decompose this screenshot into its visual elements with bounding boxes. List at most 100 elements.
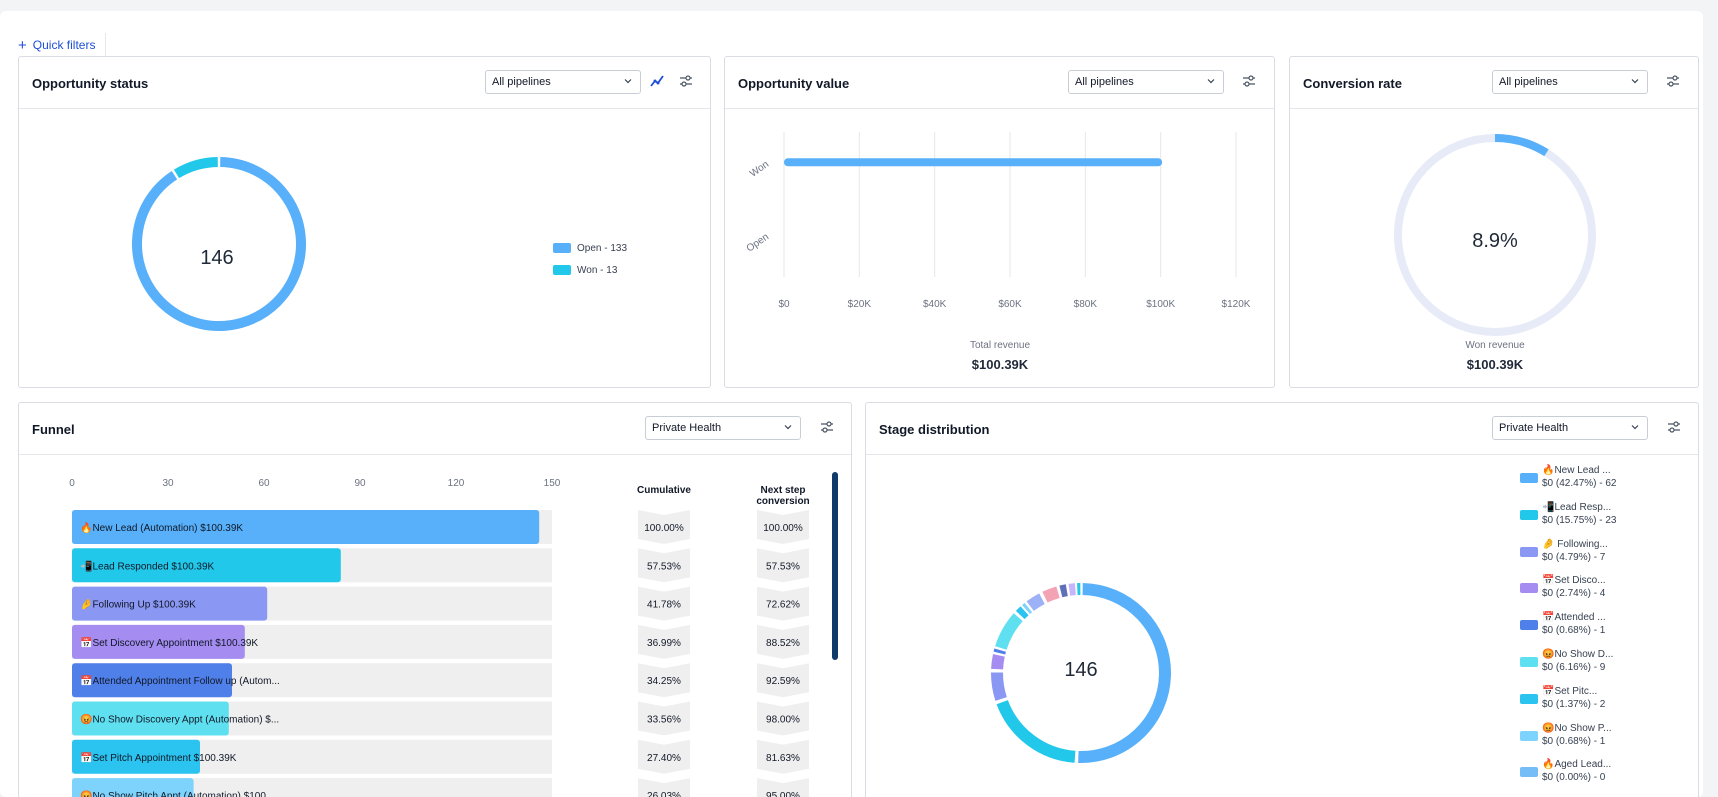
pipeline-select-value: All pipelines — [492, 76, 551, 88]
legend-item[interactable]: 📲Lead Resp... $0 (15.75%) - 23 — [1520, 502, 1640, 532]
percent-value: 33.56% — [647, 715, 681, 726]
x-tick-label: $0 — [778, 299, 790, 310]
won-revenue-value: $100.39K — [1466, 357, 1524, 372]
legend-swatch — [1520, 473, 1538, 483]
opportunity-value-card: Opportunity value All pipelines $0 $20K $4… — [724, 56, 1275, 388]
chevron-down-icon — [624, 79, 632, 84]
legend-item-won[interactable]: Won - 13 — [553, 259, 627, 281]
funnel-scrollbar[interactable] — [832, 472, 838, 660]
opportunity-value-bar-chart: $0 $20K $40K $60K $80K $100K $120K Won Open — [745, 132, 1251, 310]
quick-filters-label: Quick filters — [32, 38, 96, 52]
opportunity-status-card: Opportunity status All pipelines 146 Ope… — [18, 56, 711, 388]
percent-value: 95.00% — [766, 791, 800, 797]
percent-value: 72.62% — [766, 600, 800, 611]
pipeline-select[interactable]: All pipelines — [1068, 70, 1224, 94]
legend-item[interactable]: 📅Set Disco... $0 (2.74%) - 4 — [1520, 575, 1640, 605]
legend-item[interactable]: 🔥Aged Lead... $0 (0.00%) - 0 — [1520, 759, 1640, 789]
quick-filters-button[interactable]: + Quick filters — [18, 33, 107, 57]
funnel-bar-label: 📅Set Pitch Appointment $100.39K — [80, 751, 237, 764]
x-tick-label: $100K — [1146, 299, 1175, 310]
legend-stage-name: 📅Set Disco... — [1542, 575, 1606, 587]
legend-stage-value: $0 (6.16%) - 9 — [1542, 662, 1606, 673]
total-revenue-value: $100.39K — [971, 357, 1029, 372]
funnel-chart: Cumulative Next step conversion 0 30 60 90 1… — [69, 472, 838, 797]
legend-stage-value: $0 (0.68%) - 1 — [1542, 625, 1606, 637]
settings-sliders-icon[interactable] — [1241, 73, 1257, 89]
won-revenue-label: Won revenue — [1465, 340, 1525, 351]
stage-distribution-card: Stage distribution Private Health 146 🔥N… — [865, 402, 1699, 797]
stage-slice-4[interactable] — [993, 648, 1006, 655]
card-title: Funnel — [32, 422, 75, 437]
legend-stage-name: 📲Lead Resp... — [1542, 501, 1612, 513]
funnel-bar-label: 🤌Following Up $100.39K — [80, 599, 196, 611]
pipeline-select-value: Private Health — [652, 422, 722, 434]
legend-item[interactable]: 😡No Show D... $0 (6.16%) - 9 — [1520, 649, 1640, 679]
legend-item[interactable]: 🤌 Following... $0 (4.79%) - 7 — [1520, 539, 1640, 569]
percent-value: 57.53% — [766, 561, 800, 572]
settings-sliders-icon[interactable] — [678, 73, 694, 89]
total-revenue-label: Total revenue — [969, 340, 1031, 351]
pipeline-select-value: All pipelines — [1075, 76, 1134, 88]
chevron-down-icon — [1207, 79, 1215, 84]
card-title: Opportunity value — [738, 76, 850, 91]
stage-slice-5[interactable] — [995, 613, 1023, 650]
pipeline-select[interactable]: Private Health — [1492, 416, 1648, 440]
stage-slice-7[interactable] — [1022, 602, 1033, 615]
settings-sliders-icon[interactable] — [819, 419, 835, 435]
opportunity-status-legend: Open - 133 Won - 13 — [553, 237, 627, 281]
opportunity-status-slice-0[interactable] — [132, 157, 306, 331]
funnel-bar-label: 😡No Show Pitch Appt (Automation) $100... — [80, 790, 274, 797]
funnel-bar-label: 😡No Show Discovery Appt (Automation) $..… — [80, 714, 279, 726]
stage-slice-11[interactable] — [1059, 584, 1068, 598]
opportunity-status-slice-1[interactable] — [173, 157, 219, 179]
settings-sliders-icon[interactable] — [1665, 73, 1681, 89]
legend-item[interactable]: 🔥New Lead ... $0 (42.47%) - 62 — [1520, 465, 1640, 495]
stage-slice-10[interactable] — [1042, 586, 1060, 603]
percent-value: 88.52% — [766, 638, 800, 649]
next-step-header: Next step — [760, 485, 805, 496]
pipeline-select-value: All pipelines — [1499, 76, 1558, 88]
stage-slice-3[interactable] — [991, 654, 1005, 670]
pipeline-select[interactable]: All pipelines — [485, 70, 641, 94]
next-step-header-line2: conversion — [756, 496, 809, 507]
legend-stage-value: $0 (4.79%) - 7 — [1542, 551, 1606, 563]
percent-value: 36.99% — [647, 638, 681, 649]
card-title: Conversion rate — [1303, 76, 1402, 91]
percent-value: 81.63% — [766, 753, 800, 764]
percent-value: 100.00% — [763, 523, 803, 534]
stage-slice-1[interactable] — [996, 699, 1076, 763]
value-bar[interactable] — [784, 158, 1163, 167]
pipeline-select-value: Private Health — [1499, 422, 1569, 434]
x-tick-label: $120K — [1222, 299, 1251, 310]
legend-label: Won - 13 — [577, 264, 618, 276]
percent-value: 100.00% — [644, 523, 684, 534]
x-tick-label: 30 — [162, 478, 174, 489]
legend-label: Open - 133 — [577, 242, 628, 254]
chart-type-icon[interactable] — [649, 73, 665, 89]
legend-swatch — [1520, 546, 1538, 557]
legend-swatch — [553, 265, 571, 275]
stage-distribution-total: 146 — [1064, 659, 1098, 681]
legend-swatch — [1520, 509, 1538, 520]
stage-slice-2[interactable] — [991, 672, 1007, 701]
settings-sliders-icon[interactable] — [1666, 419, 1682, 435]
legend-item-open[interactable]: Open - 133 — [553, 237, 627, 259]
funnel-bar-label: 🔥New Lead (Automation) $100.39K — [80, 521, 243, 534]
pipeline-select[interactable]: All pipelines — [1492, 70, 1648, 94]
legend-item[interactable]: 😡No Show P... $0 (0.68%) - 1 — [1520, 723, 1640, 753]
legend-item[interactable]: 📅Set Pitc... $0 (1.37%) - 2 — [1520, 686, 1640, 716]
legend-stage-name: 📅Set Pitc... — [1542, 685, 1598, 697]
cumulative-header: Cumulative — [637, 485, 691, 496]
opportunity-status-total: 146 — [200, 247, 234, 269]
legend-item[interactable]: 📅Attended ... $0 (0.68%) - 1 — [1520, 612, 1640, 642]
stage-slice-6[interactable] — [1015, 606, 1029, 620]
x-tick-label: 90 — [354, 478, 366, 489]
pipeline-select[interactable]: Private Health — [645, 416, 801, 440]
dashboard-page: + Quick filters Opportunity status All p… — [0, 11, 1703, 797]
chevron-down-icon — [1631, 425, 1639, 430]
funnel-card: Funnel Private Health Cumulative Next st… — [18, 402, 852, 797]
y-category-label: Open — [745, 231, 771, 254]
stage-slice-12[interactable] — [1068, 583, 1076, 596]
stage-slice-9[interactable] — [1026, 593, 1045, 611]
legend-stage-value: $0 (1.37%) - 2 — [1542, 698, 1606, 710]
